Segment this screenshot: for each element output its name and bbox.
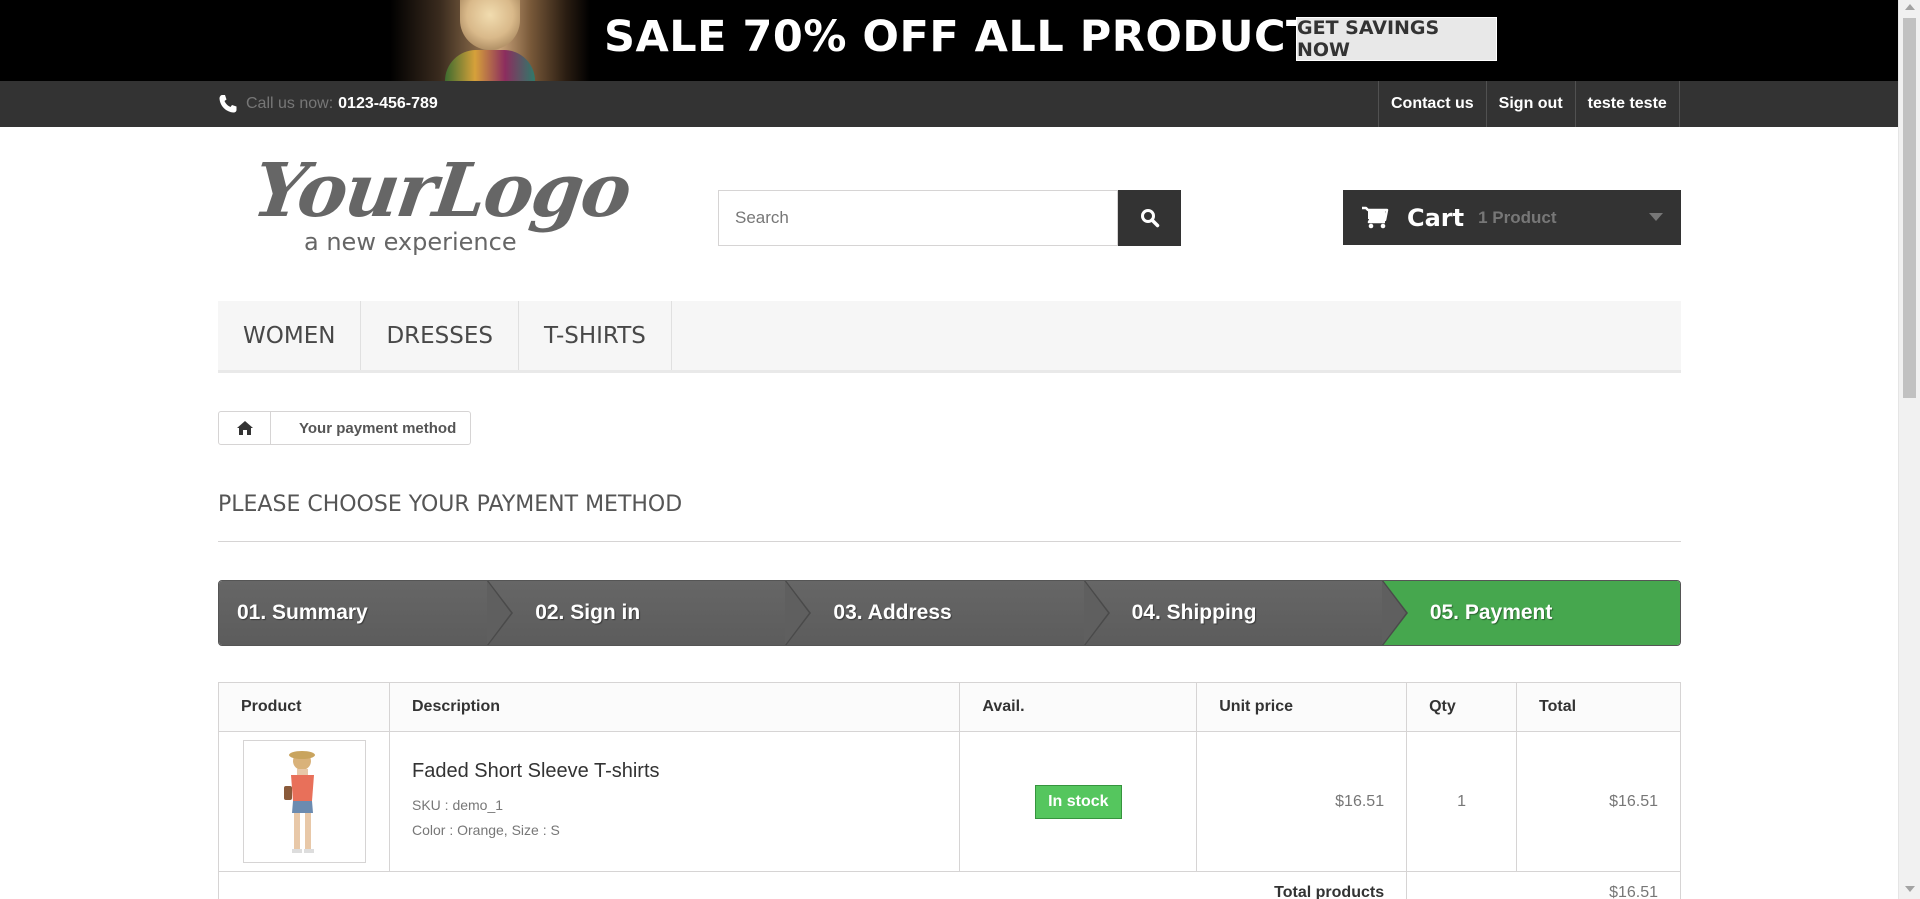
total-products-label: Total products — [217, 871, 1408, 899]
scroll-up-arrow-icon[interactable] — [1905, 4, 1915, 10]
step-shipping[interactable]: 04. Shipping — [1083, 581, 1408, 645]
menu-item-women[interactable]: WOMEN — [218, 301, 362, 370]
step-label: 02. Sign in — [535, 601, 641, 624]
column-header-qty: Qty — [1406, 682, 1518, 732]
top-navbar: Call us now: 0123-456-789 Contact us Sig… — [0, 81, 1898, 127]
menu-item-tshirts[interactable]: T-SHIRTS — [519, 301, 672, 370]
search-icon — [1140, 209, 1159, 228]
breadcrumb-current: Your payment method — [299, 419, 457, 437]
title-divider — [218, 541, 1681, 542]
logo-tagline: a new experience — [304, 228, 517, 256]
line-total: $16.51 — [1516, 731, 1681, 872]
sign-out-link[interactable]: Sign out — [1485, 81, 1575, 127]
column-header-total: Total — [1516, 682, 1681, 732]
cart-dropdown[interactable]: Cart 1 Product — [1343, 190, 1681, 245]
step-summary[interactable]: 01. Summary — [219, 581, 514, 645]
table-row: Faded Short Sleeve T-shirts SKU : demo_1… — [218, 731, 1681, 872]
account-name-link[interactable]: teste teste — [1574, 81, 1680, 127]
menu-item-dresses[interactable]: DRESSES — [361, 301, 519, 370]
quantity: 1 — [1406, 731, 1518, 872]
call-us: Call us now: 0123-456-789 — [218, 81, 438, 127]
banner-headline: SALE 70% OFF ALL PRODUCTS — [604, 12, 1348, 62]
checkout-steps: 01. Summary 02. Sign in 03. Address 04. … — [218, 580, 1681, 646]
step-payment: 05. Payment — [1381, 581, 1680, 645]
product-attributes-link[interactable]: Color : Orange, Size : S — [412, 818, 937, 843]
search-input[interactable] — [718, 190, 1118, 246]
search-bar — [718, 190, 1181, 246]
call-label: Call us now: — [246, 95, 334, 112]
cart-icon — [1362, 206, 1389, 228]
table-header-row: Product Description Avail. Unit price Qt… — [218, 682, 1681, 732]
page-scrollbar[interactable] — [1898, 0, 1920, 899]
promo-banner[interactable]: SALE 70% OFF ALL PRODUCTS GET SAVINGS NO… — [0, 0, 1898, 81]
get-savings-button[interactable]: GET SAVINGS NOW — [1296, 17, 1497, 61]
total-products-row: Total products $16.51 — [217, 871, 1681, 899]
product-sku: SKU : demo_1 — [411, 797, 504, 813]
column-header-description: Description — [388, 682, 961, 732]
account-links: Contact us Sign out teste teste — [1378, 81, 1680, 127]
phone-icon — [219, 95, 237, 113]
chevron-down-icon — [1649, 213, 1663, 221]
contact-us-link[interactable]: Contact us — [1378, 81, 1486, 127]
step-address[interactable]: 03. Address — [785, 581, 1110, 645]
total-products-value: $16.51 — [1406, 871, 1681, 899]
step-label: 04. Shipping — [1131, 601, 1257, 624]
unit-price: $16.51 — [1196, 731, 1408, 872]
banner-model-image — [390, 0, 590, 81]
step-label: 03. Address — [833, 601, 952, 624]
cart-label: Cart — [1407, 203, 1465, 232]
search-button[interactable] — [1118, 190, 1181, 246]
step-label: 01. Summary — [237, 601, 368, 624]
scroll-down-arrow-icon[interactable] — [1905, 886, 1915, 892]
home-icon — [236, 421, 253, 435]
column-header-unit-price: Unit price — [1196, 682, 1408, 732]
main-menu: WOMEN DRESSES T-SHIRTS — [218, 301, 1681, 373]
logo-script: YourLogo — [247, 148, 636, 234]
product-name-link[interactable]: Faded Short Sleeve T-shirts — [412, 760, 937, 783]
column-header-product: Product — [218, 682, 390, 732]
step-sign-in[interactable]: 02. Sign in — [487, 581, 812, 645]
step-label: 05. Payment — [1429, 601, 1553, 624]
breadcrumb-home[interactable] — [219, 412, 271, 444]
product-thumbnail — [284, 751, 315, 853]
cart-summary-table: Product Description Avail. Unit price Qt… — [217, 682, 1681, 899]
page-title: PLEASE CHOOSE YOUR PAYMENT METHOD — [218, 492, 683, 517]
availability-badge: In stock — [1035, 784, 1122, 819]
scrollbar-thumb[interactable] — [1903, 18, 1916, 398]
cart-count: 1 Product — [1478, 207, 1557, 227]
column-header-availability: Avail. — [959, 682, 1198, 732]
site-logo[interactable]: YourLogo a new experience — [246, 148, 635, 260]
product-image[interactable] — [243, 740, 366, 863]
breadcrumb: Your payment method — [218, 411, 472, 445]
phone-number: 0123-456-789 — [338, 95, 438, 112]
